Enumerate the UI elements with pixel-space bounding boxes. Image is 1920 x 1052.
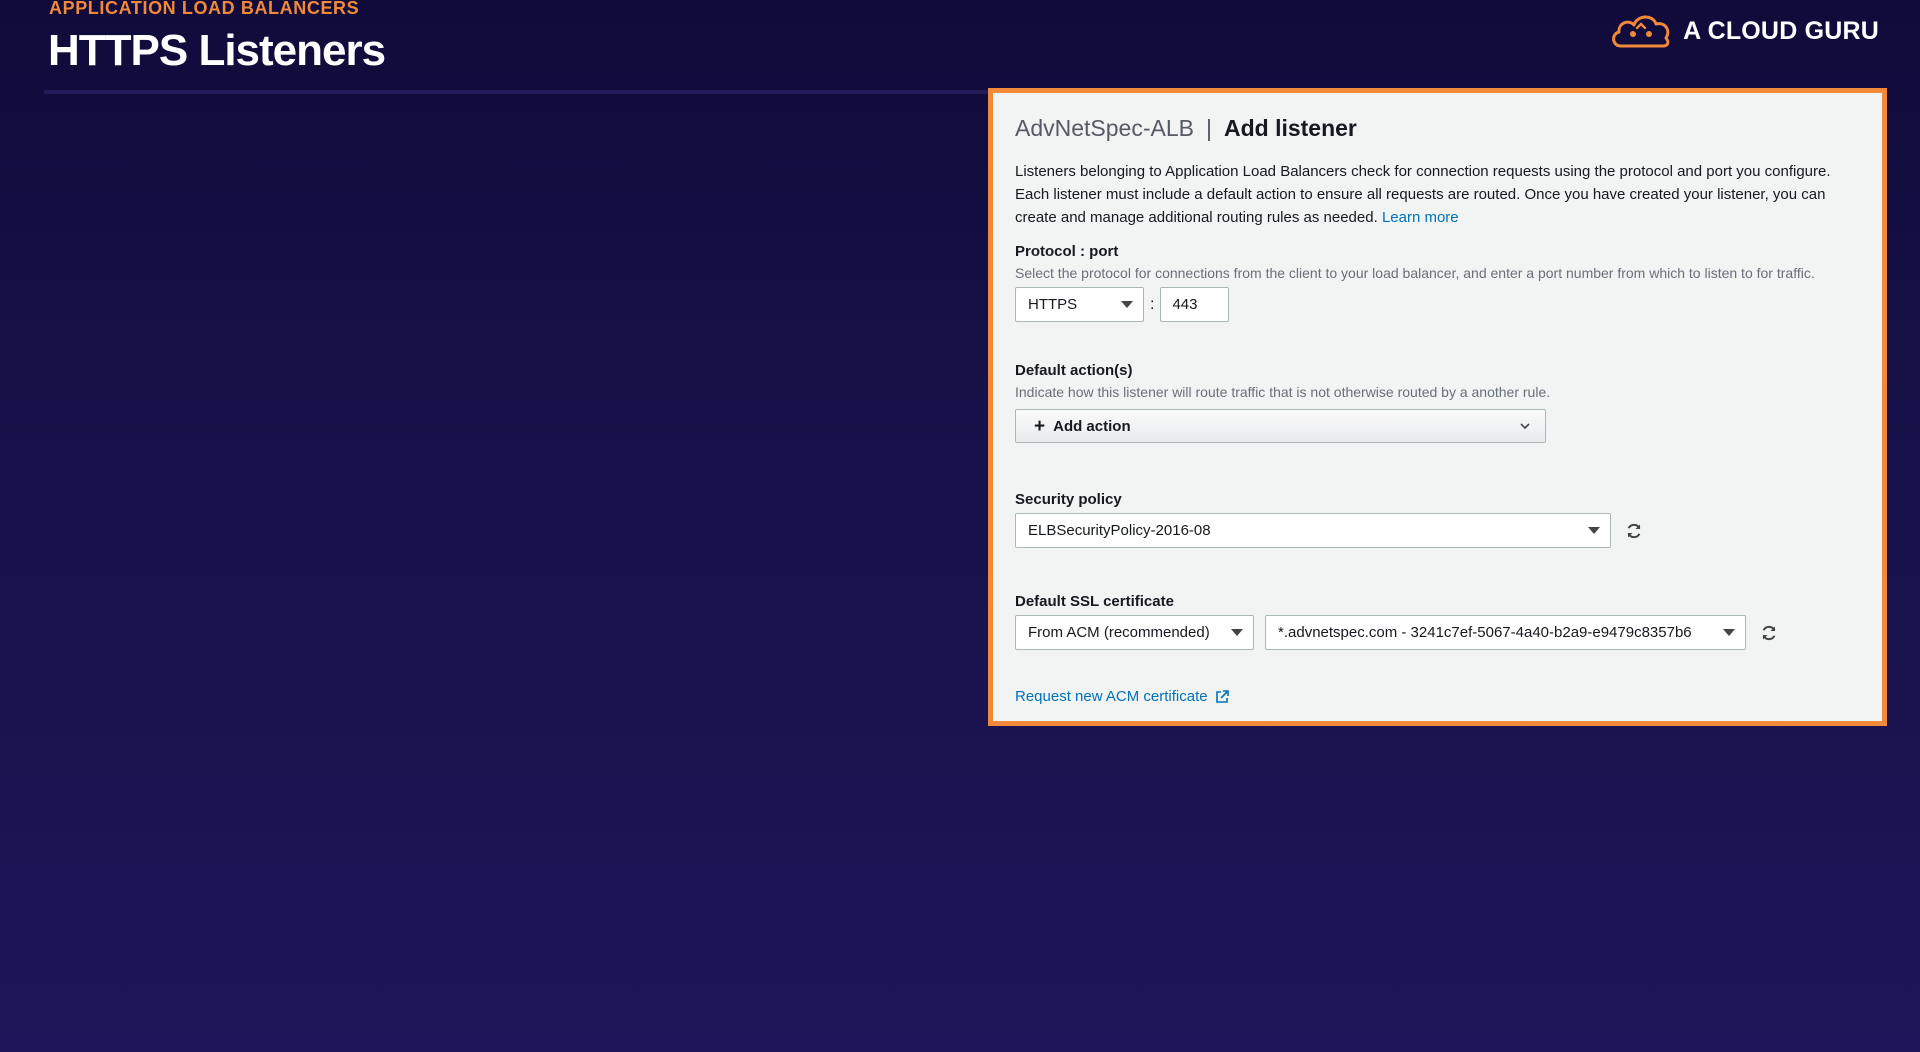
protocol-port-description: Select the protocol for connections from…	[1015, 265, 1815, 281]
security-policy-value: ELBSecurityPolicy-2016-08	[1028, 522, 1211, 539]
title-divider	[44, 90, 989, 94]
header-separator: |	[1205, 115, 1212, 141]
brand: A CLOUD GURU	[1609, 10, 1879, 52]
slide-title: HTTPS Listeners	[48, 26, 386, 75]
cloud-logo-icon	[1612, 15, 1670, 48]
external-link-icon[interactable]	[1214, 689, 1230, 705]
certificate-select[interactable]: *.advnetspec.com - 3241c7ef-5067-4a40-b2…	[1265, 615, 1746, 650]
default-actions-label: Default action(s)	[1015, 362, 1133, 379]
protocol-port-label: Protocol : port	[1015, 243, 1119, 260]
request-certificate-row: Request new ACM certificate	[1015, 688, 1862, 705]
intro-text: Listeners belonging to Application Load …	[1015, 160, 1862, 229]
add-action-label: Add action	[1053, 417, 1131, 435]
request-certificate-link[interactable]: Request new ACM certificate	[1015, 688, 1208, 705]
caret-down-icon	[1723, 629, 1735, 636]
panel-header: AdvNetSpec-ALB | Add listener	[1015, 115, 1862, 142]
certificate-value: *.advnetspec.com - 3241c7ef-5067-4a40-b2…	[1278, 624, 1692, 641]
refresh-icon[interactable]	[1625, 522, 1643, 540]
port-value: 443	[1172, 296, 1198, 313]
protocol-value: HTTPS	[1028, 296, 1078, 313]
plus-icon: +	[1034, 415, 1046, 437]
caret-down-icon	[1588, 527, 1600, 534]
chevron-down-icon	[1520, 423, 1530, 430]
refresh-icon[interactable]	[1760, 624, 1778, 642]
ssl-certificate-label: Default SSL certificate	[1015, 593, 1174, 610]
load-balancer-name: AdvNetSpec-ALB	[1015, 115, 1194, 141]
eyebrow-label: APPLICATION LOAD BALANCERS	[49, 0, 360, 18]
caret-down-icon	[1231, 629, 1243, 636]
security-policy-select[interactable]: ELBSecurityPolicy-2016-08	[1015, 513, 1611, 548]
default-actions-description: Indicate how this listener will route tr…	[1015, 384, 1551, 400]
add-listener-panel: AdvNetSpec-ALB | Add listener Listeners …	[988, 88, 1887, 726]
caret-down-icon	[1121, 301, 1133, 308]
certificate-source-select[interactable]: From ACM (recommended)	[1015, 615, 1254, 650]
learn-more-link[interactable]: Learn more	[1382, 209, 1459, 226]
protocol-select[interactable]: HTTPS	[1015, 287, 1144, 322]
add-action-button[interactable]: + Add action	[1015, 409, 1546, 443]
certificate-source-value: From ACM (recommended)	[1028, 624, 1210, 641]
panel-title: Add listener	[1223, 115, 1357, 141]
protocol-port-colon: :	[1150, 295, 1155, 313]
brand-name: A CLOUD GURU	[1683, 16, 1879, 45]
security-policy-label: Security policy	[1015, 491, 1122, 508]
port-input[interactable]: 443	[1160, 287, 1230, 322]
